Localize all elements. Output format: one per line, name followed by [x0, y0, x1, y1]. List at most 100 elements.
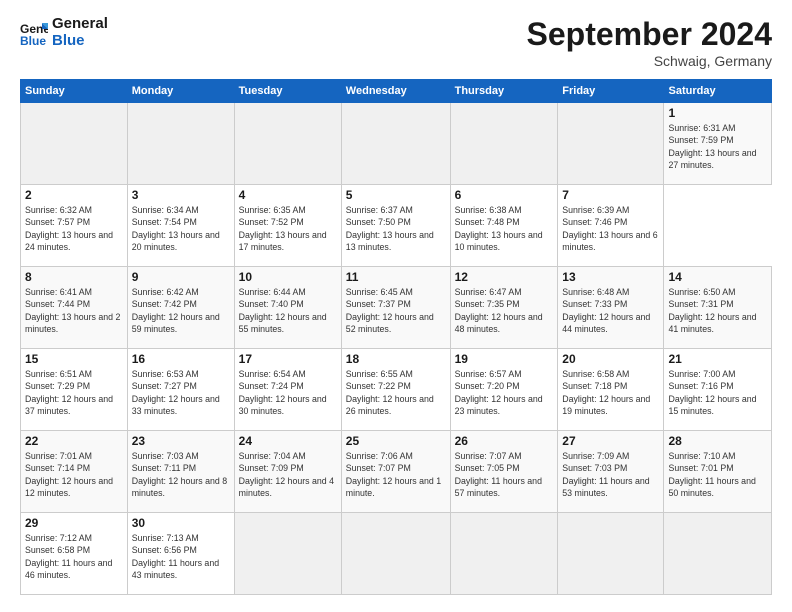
day-info: Sunrise: 6:53 AMSunset: 7:27 PMDaylight:… — [132, 368, 230, 417]
day-info: Sunrise: 6:55 AMSunset: 7:22 PMDaylight:… — [346, 368, 446, 417]
day-number: 20 — [562, 352, 659, 366]
table-row — [234, 513, 341, 595]
day-number: 30 — [132, 516, 230, 530]
table-row: 30 Sunrise: 7:13 AMSunset: 6:56 PMDayligh… — [127, 513, 234, 595]
header: General Blue General Blue September 2024… — [20, 16, 772, 69]
day-info: Sunrise: 7:09 AMSunset: 7:03 PMDaylight:… — [562, 450, 659, 499]
table-row — [234, 103, 341, 185]
table-row: 10 Sunrise: 6:44 AMSunset: 7:40 PMDayligh… — [234, 267, 341, 349]
day-number: 1 — [668, 106, 767, 120]
table-row: 16 Sunrise: 6:53 AMSunset: 7:27 PMDayligh… — [127, 349, 234, 431]
day-number: 27 — [562, 434, 659, 448]
table-row: 23 Sunrise: 7:03 AMSunset: 7:11 PMDayligh… — [127, 431, 234, 513]
day-number: 28 — [668, 434, 767, 448]
day-info: Sunrise: 7:00 AMSunset: 7:16 PMDaylight:… — [668, 368, 767, 417]
day-number: 21 — [668, 352, 767, 366]
day-number: 2 — [25, 188, 123, 202]
day-number: 3 — [132, 188, 230, 202]
title-block: September 2024 Schwaig, Germany — [527, 16, 772, 69]
day-info: Sunrise: 7:06 AMSunset: 7:07 PMDaylight:… — [346, 450, 446, 499]
day-number: 16 — [132, 352, 230, 366]
day-number: 5 — [346, 188, 446, 202]
table-row: 8Sunrise: 6:41 AMSunset: 7:44 PMDaylight… — [21, 267, 128, 349]
table-row: 2 Sunrise: 6:32 AMSunset: 7:57 PMDaylight… — [21, 185, 128, 267]
month-title: September 2024 — [527, 16, 772, 53]
day-info: Sunrise: 7:12 AMSunset: 6:58 PMDaylight:… — [25, 532, 123, 581]
table-row: 26Sunrise: 7:07 AMSunset: 7:05 PMDayligh… — [450, 431, 558, 513]
table-row: 24 Sunrise: 7:04 AMSunset: 7:09 PMDayligh… — [234, 431, 341, 513]
table-row: 14Sunrise: 6:50 AMSunset: 7:31 PMDayligh… — [664, 267, 772, 349]
day-info: Sunrise: 6:54 AMSunset: 7:24 PMDaylight:… — [239, 368, 337, 417]
day-info: Sunrise: 6:51 AMSunset: 7:29 PMDaylight:… — [25, 368, 123, 417]
table-row — [664, 513, 772, 595]
location: Schwaig, Germany — [527, 53, 772, 69]
table-row — [341, 103, 450, 185]
day-number: 23 — [132, 434, 230, 448]
col-monday: Monday — [127, 80, 234, 103]
day-number: 18 — [346, 352, 446, 366]
calendar-page: General Blue General Blue September 2024… — [0, 0, 792, 612]
day-info: Sunrise: 6:44 AMSunset: 7:40 PMDaylight:… — [239, 286, 337, 335]
day-number: 6 — [455, 188, 554, 202]
day-number: 7 — [562, 188, 659, 202]
col-tuesday: Tuesday — [234, 80, 341, 103]
table-row — [558, 103, 664, 185]
table-row — [450, 103, 558, 185]
table-row — [558, 513, 664, 595]
calendar-table: Sunday Monday Tuesday Wednesday Thursday… — [20, 79, 772, 595]
day-number: 15 — [25, 352, 123, 366]
day-info: Sunrise: 6:45 AMSunset: 7:37 PMDaylight:… — [346, 286, 446, 335]
table-row: 19Sunrise: 6:57 AMSunset: 7:20 PMDayligh… — [450, 349, 558, 431]
table-row: 25Sunrise: 7:06 AMSunset: 7:07 PMDayligh… — [341, 431, 450, 513]
table-row: 3Sunrise: 6:34 AMSunset: 7:54 PMDaylight… — [127, 185, 234, 267]
day-number: 29 — [25, 516, 123, 530]
day-info: Sunrise: 6:38 AMSunset: 7:48 PMDaylight:… — [455, 204, 554, 253]
day-info: Sunrise: 6:31 AMSunset: 7:59 PMDaylight:… — [668, 122, 767, 171]
table-row: 15 Sunrise: 6:51 AMSunset: 7:29 PMDayligh… — [21, 349, 128, 431]
day-number: 8 — [25, 270, 123, 284]
table-row: 22 Sunrise: 7:01 AMSunset: 7:14 PMDayligh… — [21, 431, 128, 513]
day-number: 24 — [239, 434, 337, 448]
table-row — [21, 103, 128, 185]
logo-blue: Blue — [52, 32, 85, 49]
day-info: Sunrise: 6:48 AMSunset: 7:33 PMDaylight:… — [562, 286, 659, 335]
day-info: Sunrise: 6:57 AMSunset: 7:20 PMDaylight:… — [455, 368, 554, 417]
logo: General Blue General Blue — [20, 16, 108, 49]
col-thursday: Thursday — [450, 80, 558, 103]
table-row: 18 Sunrise: 6:55 AMSunset: 7:22 PMDayligh… — [341, 349, 450, 431]
logo-icon: General Blue — [20, 19, 48, 47]
day-info: Sunrise: 7:04 AMSunset: 7:09 PMDaylight:… — [239, 450, 337, 499]
table-row: 4Sunrise: 6:35 AMSunset: 7:52 PMDaylight… — [234, 185, 341, 267]
day-info: Sunrise: 7:10 AMSunset: 7:01 PMDaylight:… — [668, 450, 767, 499]
day-number: 22 — [25, 434, 123, 448]
table-row: 5 Sunrise: 6:37 AMSunset: 7:50 PMDaylight… — [341, 185, 450, 267]
table-row: 1 Sunrise: 6:31 AMSunset: 7:59 PMDaylight… — [664, 103, 772, 185]
day-info: Sunrise: 6:37 AMSunset: 7:50 PMDaylight:… — [346, 204, 446, 253]
table-row: 7 Sunrise: 6:39 AMSunset: 7:46 PMDaylight… — [558, 185, 664, 267]
table-row — [127, 103, 234, 185]
day-info: Sunrise: 6:58 AMSunset: 7:18 PMDaylight:… — [562, 368, 659, 417]
day-info: Sunrise: 7:13 AMSunset: 6:56 PMDaylight:… — [132, 532, 230, 581]
day-number: 9 — [132, 270, 230, 284]
table-row: 20 Sunrise: 6:58 AMSunset: 7:18 PMDayligh… — [558, 349, 664, 431]
col-saturday: Saturday — [664, 80, 772, 103]
day-number: 11 — [346, 270, 446, 284]
day-info: Sunrise: 6:42 AMSunset: 7:42 PMDaylight:… — [132, 286, 230, 335]
day-number: 10 — [239, 270, 337, 284]
table-row — [341, 513, 450, 595]
table-row: 28 Sunrise: 7:10 AMSunset: 7:01 PMDayligh… — [664, 431, 772, 513]
day-info: Sunrise: 7:01 AMSunset: 7:14 PMDaylight:… — [25, 450, 123, 499]
col-friday: Friday — [558, 80, 664, 103]
logo-general: General — [52, 15, 108, 32]
table-row: 12Sunrise: 6:47 AMSunset: 7:35 PMDayligh… — [450, 267, 558, 349]
day-info: Sunrise: 7:03 AMSunset: 7:11 PMDaylight:… — [132, 450, 230, 499]
table-row: 29 Sunrise: 7:12 AMSunset: 6:58 PMDayligh… — [21, 513, 128, 595]
table-row — [450, 513, 558, 595]
day-info: Sunrise: 6:32 AMSunset: 7:57 PMDaylight:… — [25, 204, 123, 253]
day-number: 14 — [668, 270, 767, 284]
col-wednesday: Wednesday — [341, 80, 450, 103]
table-row: 17Sunrise: 6:54 AMSunset: 7:24 PMDayligh… — [234, 349, 341, 431]
day-number: 13 — [562, 270, 659, 284]
day-info: Sunrise: 6:39 AMSunset: 7:46 PMDaylight:… — [562, 204, 659, 253]
col-sunday: Sunday — [21, 80, 128, 103]
